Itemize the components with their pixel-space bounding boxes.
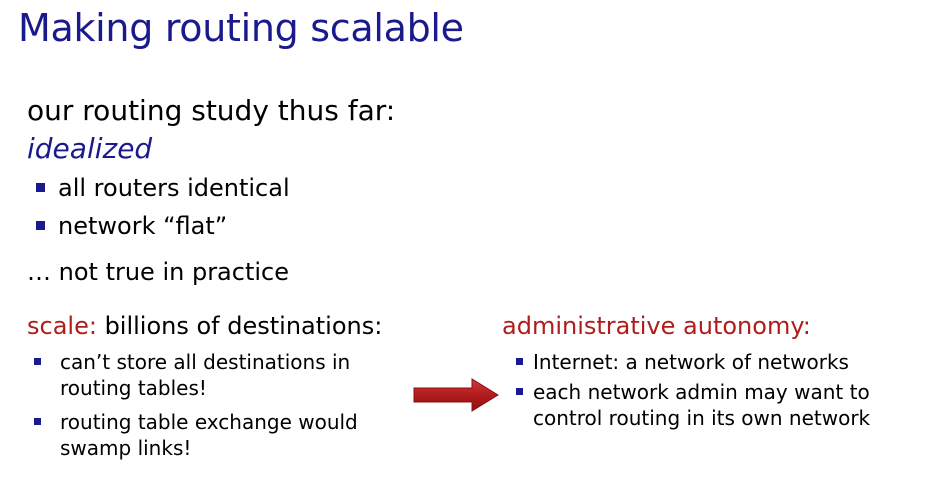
list-item: routing table exchange would swamp links… <box>34 409 394 461</box>
list-item-text: Internet: a network of networks <box>533 350 849 374</box>
slide-title: Making routing scalable <box>18 6 464 50</box>
list-item: all routers identical <box>36 174 290 212</box>
autonomy-heading: administrative autonomy: <box>502 312 811 340</box>
list-item: network “flat” <box>36 212 290 250</box>
not-true-text: … not true in practice <box>27 258 289 286</box>
right-arrow-icon <box>413 378 499 412</box>
list-item-text: network “flat” <box>58 212 228 240</box>
square-bullet-icon <box>516 358 523 365</box>
list-item-text: routing table exchange would swamp links… <box>60 410 358 460</box>
list-item-text: each network admin may want to control r… <box>533 380 871 430</box>
list-item: can’t store all destinations in routing … <box>34 349 394 401</box>
square-bullet-icon <box>516 388 523 395</box>
square-bullet-icon <box>34 358 41 365</box>
scale-label: scale: <box>27 312 97 340</box>
square-bullet-icon <box>36 183 45 192</box>
intro-text: our routing study thus far: <box>27 94 396 127</box>
scale-heading: scale: billions of destinations: <box>27 312 382 340</box>
list-item: Internet: a network of networks <box>516 349 926 375</box>
list-item-text: can’t store all destinations in routing … <box>60 350 351 400</box>
autonomy-list: Internet: a network of networks each net… <box>516 349 926 435</box>
idealized-list: all routers identical network “flat” <box>36 174 290 250</box>
list-item-text: all routers identical <box>58 174 290 202</box>
list-item: each network admin may want to control r… <box>516 379 926 431</box>
slide: Making routing scalable our routing stud… <box>0 0 948 491</box>
scale-heading-text: billions of destinations: <box>96 312 383 340</box>
square-bullet-icon <box>36 221 45 230</box>
scale-list: can’t store all destinations in routing … <box>34 349 394 469</box>
square-bullet-icon <box>34 418 41 425</box>
idealized-label: idealized <box>27 132 153 165</box>
